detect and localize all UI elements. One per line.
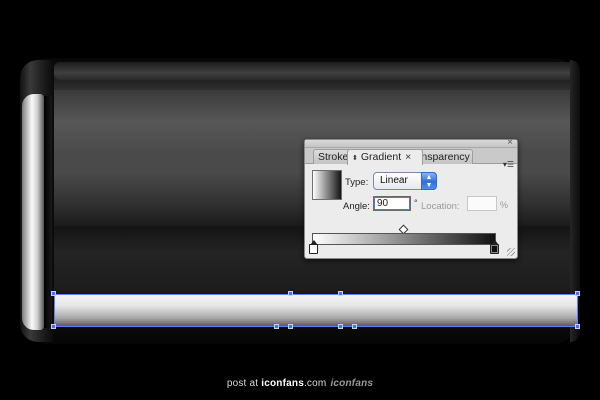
gradient-stop-white[interactable] (309, 240, 318, 254)
tab-transparency-label: Transparency (420, 151, 470, 163)
location-label: Location: (421, 201, 460, 212)
percent-unit: % (500, 200, 509, 210)
tab-close-icon[interactable]: × (405, 151, 411, 163)
selection-handle-top-mid-left[interactable] (288, 291, 293, 296)
selection-handle-top-left[interactable] (51, 291, 56, 296)
gradient-preview-swatch[interactable] (312, 170, 342, 200)
tab-transparency[interactable]: Transparency (419, 149, 473, 164)
updown-arrows-icon: ⬍ (352, 155, 358, 162)
gradient-panel: × Stroke Transparency ⬍Gradient× ▾☰ Type… (304, 138, 518, 259)
footer-suffix: .com (303, 378, 327, 389)
tab-stroke-label: Stroke (318, 151, 349, 163)
selection-handle-bottom-1[interactable] (274, 324, 279, 329)
selection-handle-bottom-right[interactable] (575, 324, 580, 329)
tab-gradient-label: Gradient (360, 151, 402, 163)
panel-tabbar: Stroke Transparency ⬍Gradient× ▾☰ (305, 148, 517, 169)
resize-grip-icon[interactable] (507, 248, 515, 256)
gradient-slider-ramp[interactable] (312, 233, 496, 245)
cylinder-top-sheen (54, 62, 576, 80)
panel-menu-icon[interactable]: ▾☰ (503, 160, 514, 169)
type-select[interactable]: Linear ▲ ▼ (373, 172, 437, 190)
selection-handle-top-right[interactable] (575, 291, 580, 296)
selection-handle-top-mid-right[interactable] (338, 291, 343, 296)
selected-reflection-shape[interactable] (54, 294, 578, 327)
footer-brand: iconfans (261, 378, 304, 389)
footer-prefix: post at (226, 378, 262, 389)
selection-handle-bottom-3[interactable] (338, 324, 343, 329)
gradient-stop-black[interactable] (490, 240, 499, 254)
type-select-value: Linear (380, 175, 408, 186)
watermark-footer: post at iconfans.com iconfans (0, 378, 600, 389)
cylinder-cap-highlight (22, 94, 44, 330)
degree-unit: ° (414, 198, 418, 208)
footer-logo: iconfans (330, 378, 374, 389)
panel-close-icon[interactable]: × (507, 138, 513, 148)
select-updown-icon: ▲ ▼ (421, 172, 437, 190)
angle-input[interactable]: 90 (373, 196, 411, 211)
angle-label: Angle: (343, 201, 370, 212)
selection-handle-bottom-4[interactable] (352, 324, 357, 329)
type-label: Type: (345, 177, 369, 188)
selection-handle-bottom-2[interactable] (288, 324, 293, 329)
panel-titlebar[interactable]: × (305, 138, 517, 148)
tab-gradient[interactable]: ⬍ Gradient × (347, 149, 423, 165)
location-input[interactable] (467, 196, 497, 211)
selection-handle-bottom-left[interactable] (51, 324, 56, 329)
